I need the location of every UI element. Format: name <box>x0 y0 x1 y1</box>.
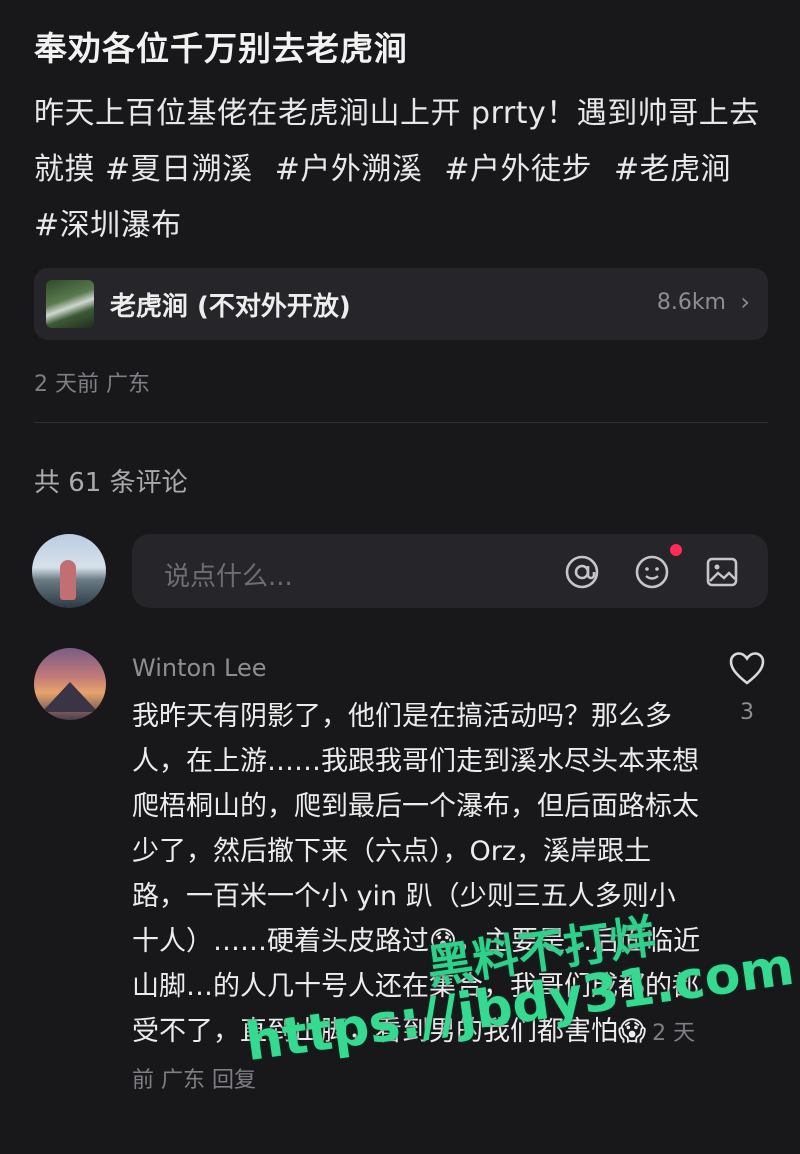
comment-body: 我昨天有阴影了，他们是在搞活动吗？那么多人，在上游……我跟我哥们走到溪水尽头本来… <box>132 701 701 1047</box>
comment-input[interactable]: 说点什么... <box>132 534 768 608</box>
avatar[interactable] <box>32 534 106 608</box>
location-name: 老虎涧 (不对外开放) <box>110 292 351 322</box>
image-icon[interactable] <box>704 554 740 590</box>
post-body: 昨天上百位基佬在老虎涧山上开 prrty！遇到帅哥上去就摸 #夏日溯溪 #户外溯溪… <box>34 86 774 254</box>
comments-count: 共 61 条评论 <box>34 468 188 498</box>
post-meta: 2 天前 广东 <box>34 372 150 397</box>
location-distance: 8.6km <box>656 290 726 315</box>
post-title: 奉劝各位千万别去老虎涧 <box>34 29 408 68</box>
comment-author[interactable]: Winton Lee <box>132 654 267 682</box>
mountain-icon <box>42 682 98 712</box>
hashtag-link[interactable]: #深圳瀑布 <box>34 208 182 243</box>
chevron-right-icon: › <box>740 288 750 316</box>
emoji-icon[interactable] <box>634 554 670 590</box>
location-card[interactable]: 老虎涧 (不对外开放) 8.6km › <box>34 268 768 340</box>
hashtag-link[interactable]: #户外溯溪 <box>275 152 423 187</box>
commenter-avatar[interactable] <box>34 648 106 720</box>
hashtag-link[interactable]: #老虎涧 <box>614 152 731 187</box>
divider <box>34 422 768 423</box>
like-count: 3 <box>740 700 754 725</box>
comment-text: 我昨天有阴影了，他们是在搞活动吗？那么多人，在上游……我跟我哥们走到溪水尽头本来… <box>132 694 702 1103</box>
hashtag-link[interactable]: #户外徒步 <box>444 152 592 187</box>
at-icon[interactable] <box>564 554 600 590</box>
avatar-figure <box>60 560 76 600</box>
waterfall-thumbnail <box>46 280 94 328</box>
hashtag-link[interactable]: #夏日溯溪 <box>105 152 253 187</box>
comment-input-placeholder: 说点什么... <box>164 562 293 592</box>
heart-icon[interactable] <box>728 650 766 686</box>
notification-dot <box>670 544 682 556</box>
